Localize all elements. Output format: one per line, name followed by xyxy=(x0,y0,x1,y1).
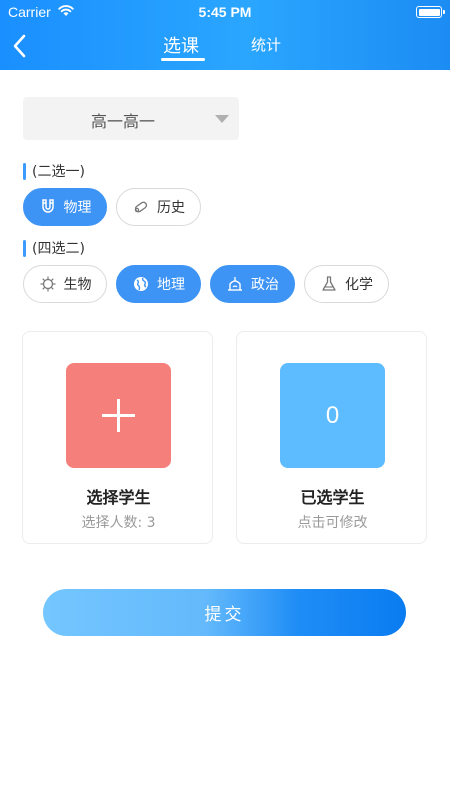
tab-course-selection[interactable]: 选课 xyxy=(161,32,205,61)
virus-icon xyxy=(39,275,57,293)
card-title: 已选学生 xyxy=(300,488,365,507)
magnet-icon xyxy=(39,198,57,216)
selected-students-card[interactable]: 0 已选学生 点击可修改 xyxy=(236,331,427,544)
chip-label: 化学 xyxy=(345,277,373,293)
card-title: 选择学生 xyxy=(86,488,151,507)
class-dropdown[interactable]: 高一高一 xyxy=(23,97,239,140)
tab-active-indicator xyxy=(161,58,205,61)
chevron-left-icon xyxy=(13,34,26,58)
selection-count-text: 选择人数: 3 xyxy=(81,515,156,531)
submit-label: 提交 xyxy=(204,605,245,625)
subject-chip-chemistry[interactable]: 化学 xyxy=(304,265,389,303)
scroll-icon xyxy=(132,198,150,216)
add-student-tile[interactable] xyxy=(66,363,171,468)
back-button[interactable] xyxy=(10,33,30,59)
chip-label: 历史 xyxy=(157,200,185,216)
chip-label: 地理 xyxy=(157,277,185,293)
subject-chip-geography[interactable]: 地理 xyxy=(116,265,201,303)
submit-button[interactable]: 提交 xyxy=(43,589,406,636)
status-bar: Carrier 5:45 PM xyxy=(0,0,450,24)
clock: 5:45 PM xyxy=(198,4,252,20)
caret-down-icon xyxy=(215,115,229,123)
tab-statistics[interactable]: 统计 xyxy=(251,34,281,55)
battery-icon xyxy=(416,6,445,18)
subject-chip-history[interactable]: 历史 xyxy=(116,188,201,226)
subject-chip-physics[interactable]: 物理 xyxy=(23,188,107,226)
class-dropdown-value: 高一高一 xyxy=(90,112,155,131)
app-header: Carrier 5:45 PM 选课 统计 xyxy=(0,0,450,70)
edit-hint-text: 点击可修改 xyxy=(297,515,368,531)
tab-label: 统计 xyxy=(251,36,282,54)
group-label-pick-two: (四选二) xyxy=(23,238,85,258)
group-label-text: (二选一) xyxy=(32,164,85,180)
subject-chip-politics[interactable]: 政治 xyxy=(210,265,295,303)
government-icon xyxy=(226,275,244,293)
chip-label: 政治 xyxy=(251,277,279,293)
accent-bar xyxy=(23,239,26,257)
chip-label: 物理 xyxy=(63,200,92,216)
select-students-card[interactable]: 选择学生 选择人数: 3 xyxy=(22,331,213,544)
accent-bar xyxy=(23,162,26,180)
globe-icon xyxy=(132,275,150,293)
flask-icon xyxy=(320,275,338,293)
chip-label: 生物 xyxy=(63,277,92,293)
tab-label: 选课 xyxy=(163,36,199,57)
subject-chip-biology[interactable]: 生物 xyxy=(23,265,107,303)
group-label-text: (四选二) xyxy=(32,241,85,257)
group-label-pick-one: (二选一) xyxy=(23,161,85,181)
plus-icon xyxy=(102,399,135,432)
selected-count-tile[interactable]: 0 xyxy=(280,363,385,468)
